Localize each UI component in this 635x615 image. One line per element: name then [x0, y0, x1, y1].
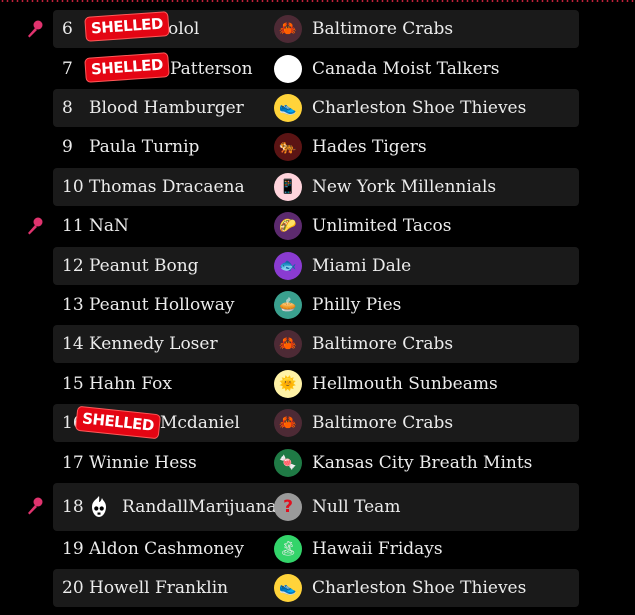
rank-number: 12 — [62, 256, 84, 276]
team-name[interactable]: Baltimore Crabs — [312, 404, 453, 442]
team-name[interactable]: Null Team — [312, 483, 400, 531]
tiger-icon: 🐅 — [274, 133, 302, 161]
rank-number: 7 — [62, 59, 73, 79]
mint-icon: 🍬 — [274, 449, 302, 477]
player-name[interactable]: NaN — [89, 207, 129, 245]
top-divider — [0, 0, 635, 2]
team-name[interactable]: Kansas City Breath Mints — [312, 444, 532, 482]
player-name-line2: Marijuana — [188, 496, 277, 517]
team-name[interactable]: Baltimore Crabs — [312, 325, 453, 363]
phone-icon: 📱 — [274, 173, 302, 201]
table-row[interactable]: 13 Peanut Holloway 🥧 Philly Pies — [53, 286, 579, 324]
player-name[interactable]: olol — [168, 10, 199, 48]
rank-number: 8 — [62, 98, 73, 118]
rank-number: 20 — [62, 578, 84, 598]
table-row[interactable]: 15 Hahn Fox 🌞 Hellmouth Sunbeams — [53, 365, 579, 403]
team-name[interactable]: New York Millennials — [312, 168, 496, 206]
team-name[interactable]: Charleston Shoe Thieves — [312, 89, 526, 127]
microphone-icon[interactable] — [25, 216, 45, 236]
team-name[interactable]: Unlimited Tacos — [312, 207, 452, 245]
player-name[interactable]: Aldon Cashmoney — [89, 530, 244, 568]
rank-number: 15 — [62, 374, 84, 394]
rank-number: 18 — [62, 497, 84, 517]
table-row[interactable]: 10 Thomas Dracaena 📱 New York Millennial… — [53, 168, 579, 206]
table-row[interactable]: 8 Blood Hamburger 👟 Charleston Shoe Thie… — [53, 89, 579, 127]
pie-icon: 🥧 — [274, 291, 302, 319]
player-name[interactable]: Thomas Dracaena — [89, 168, 245, 206]
crab-icon: 🦀 — [274, 15, 302, 43]
rank-number: 11 — [62, 216, 84, 236]
team-name[interactable]: Hellmouth Sunbeams — [312, 365, 498, 403]
team-name[interactable]: Philly Pies — [312, 286, 401, 324]
team-name[interactable]: Charleston Shoe Thieves — [312, 569, 526, 607]
shoe-icon: 👟 — [274, 574, 302, 602]
rank-number: 6 — [62, 19, 73, 39]
player-name[interactable]: Hahn Fox — [89, 365, 172, 403]
table-row[interactable]: 12 Peanut Bong 🐟 Miami Dale — [53, 247, 579, 285]
rank-number: 9 — [62, 137, 73, 157]
rank-number: 14 — [62, 334, 84, 354]
team-name[interactable]: Baltimore Crabs — [312, 10, 453, 48]
microphone-icon[interactable] — [25, 496, 45, 516]
taco-icon: 🌮 — [274, 212, 302, 240]
table-row[interactable]: 18 Randall Marijuana ? Null Team — [53, 483, 579, 531]
table-row[interactable]: 17 Winnie Hess 🍬 Kansas City Breath Mint… — [53, 444, 579, 482]
player-name[interactable]: Patterson — [170, 50, 253, 88]
rank-number: 13 — [62, 295, 84, 315]
player-name[interactable]: Blood Hamburger — [89, 89, 244, 127]
table-row[interactable]: 20 Howell Franklin 👟 Charleston Shoe Thi… — [53, 569, 579, 607]
rank-number: 17 — [62, 453, 84, 473]
table-row[interactable]: 9 Paula Turnip 🐅 Hades Tigers — [53, 128, 579, 166]
table-row[interactable]: 19 Aldon Cashmoney 🏝 Hawaii Fridays — [53, 530, 579, 568]
crab-icon: 🦀 — [274, 409, 302, 437]
shoe-icon: 👟 — [274, 94, 302, 122]
rank-number: 10 — [62, 177, 84, 197]
player-name[interactable]: Howell Franklin — [89, 569, 228, 607]
player-name[interactable]: Peanut Bong — [89, 247, 199, 285]
island-icon: 🏝 — [274, 535, 302, 563]
player-name[interactable]: Randall Marijuana — [122, 483, 277, 531]
microphone-icon[interactable] — [25, 19, 45, 39]
fish-icon: 🐟 — [274, 252, 302, 280]
team-name[interactable]: Hades Tigers — [312, 128, 427, 166]
team-name[interactable]: Canada Moist Talkers — [312, 50, 500, 88]
player-name-line1: Randall — [122, 496, 189, 517]
question-mark-icon: ? — [274, 493, 302, 521]
crab-icon: 🦀 — [274, 330, 302, 358]
sun-icon: 🌞 — [274, 370, 302, 398]
team-name[interactable]: Miami Dale — [312, 247, 411, 285]
player-name[interactable]: Peanut Holloway — [89, 286, 234, 324]
flame-skull-icon — [92, 496, 106, 517]
rank-number: 19 — [62, 539, 84, 559]
table-row[interactable]: 14 Kennedy Loser 🦀 Baltimore Crabs — [53, 325, 579, 363]
player-name[interactable]: Mcdaniel — [160, 404, 240, 442]
player-name[interactable]: Paula Turnip — [89, 128, 199, 166]
player-name[interactable]: Kennedy Loser — [89, 325, 218, 363]
team-logo-icon — [274, 55, 302, 83]
table-row[interactable]: 11 NaN 🌮 Unlimited Tacos — [53, 207, 579, 245]
player-name[interactable]: Winnie Hess — [89, 444, 197, 482]
team-name[interactable]: Hawaii Fridays — [312, 530, 443, 568]
